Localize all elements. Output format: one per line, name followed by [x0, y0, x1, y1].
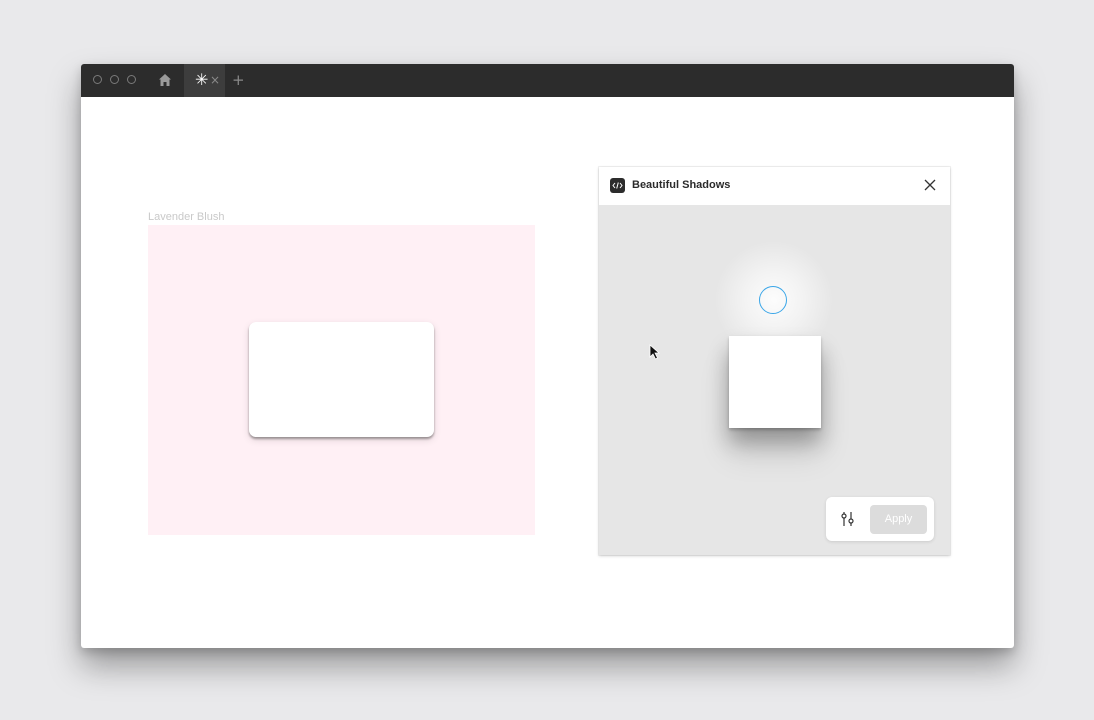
shadowed-card[interactable]: [249, 322, 434, 437]
light-source-handle[interactable]: [759, 286, 787, 314]
plugin-toolbar: Apply: [826, 497, 934, 541]
code-icon: [610, 178, 625, 193]
file-tab-icon: ✳: [195, 70, 209, 89]
apply-button[interactable]: Apply: [870, 505, 927, 534]
sliders-icon[interactable]: [840, 511, 856, 527]
close-icon[interactable]: [923, 178, 937, 192]
window-maximize-control[interactable]: [127, 75, 136, 84]
preview-box: [729, 336, 821, 428]
window-close-control[interactable]: [93, 75, 102, 84]
plugin-title: Beautiful Shadows: [632, 179, 731, 191]
shadow-preview-area[interactable]: Apply: [599, 205, 950, 555]
title-bar: ✳ × +: [81, 64, 1014, 97]
new-tab-button[interactable]: +: [232, 71, 245, 89]
lavender-blush-frame[interactable]: [148, 225, 535, 535]
window-minimize-control[interactable]: [110, 75, 119, 84]
frame-label[interactable]: Lavender Blush: [148, 211, 224, 223]
tab-active-file[interactable]: ✳ ×: [184, 64, 225, 97]
app-window: ✳ × + Lavender Blush Beautiful Shadows A…: [81, 64, 1014, 648]
home-icon[interactable]: [158, 73, 172, 87]
beautiful-shadows-plugin: Beautiful Shadows Apply: [599, 167, 950, 555]
plugin-header: Beautiful Shadows: [599, 167, 950, 205]
pointer-cursor-icon: [649, 344, 661, 360]
tab-close-icon[interactable]: ×: [210, 73, 220, 87]
